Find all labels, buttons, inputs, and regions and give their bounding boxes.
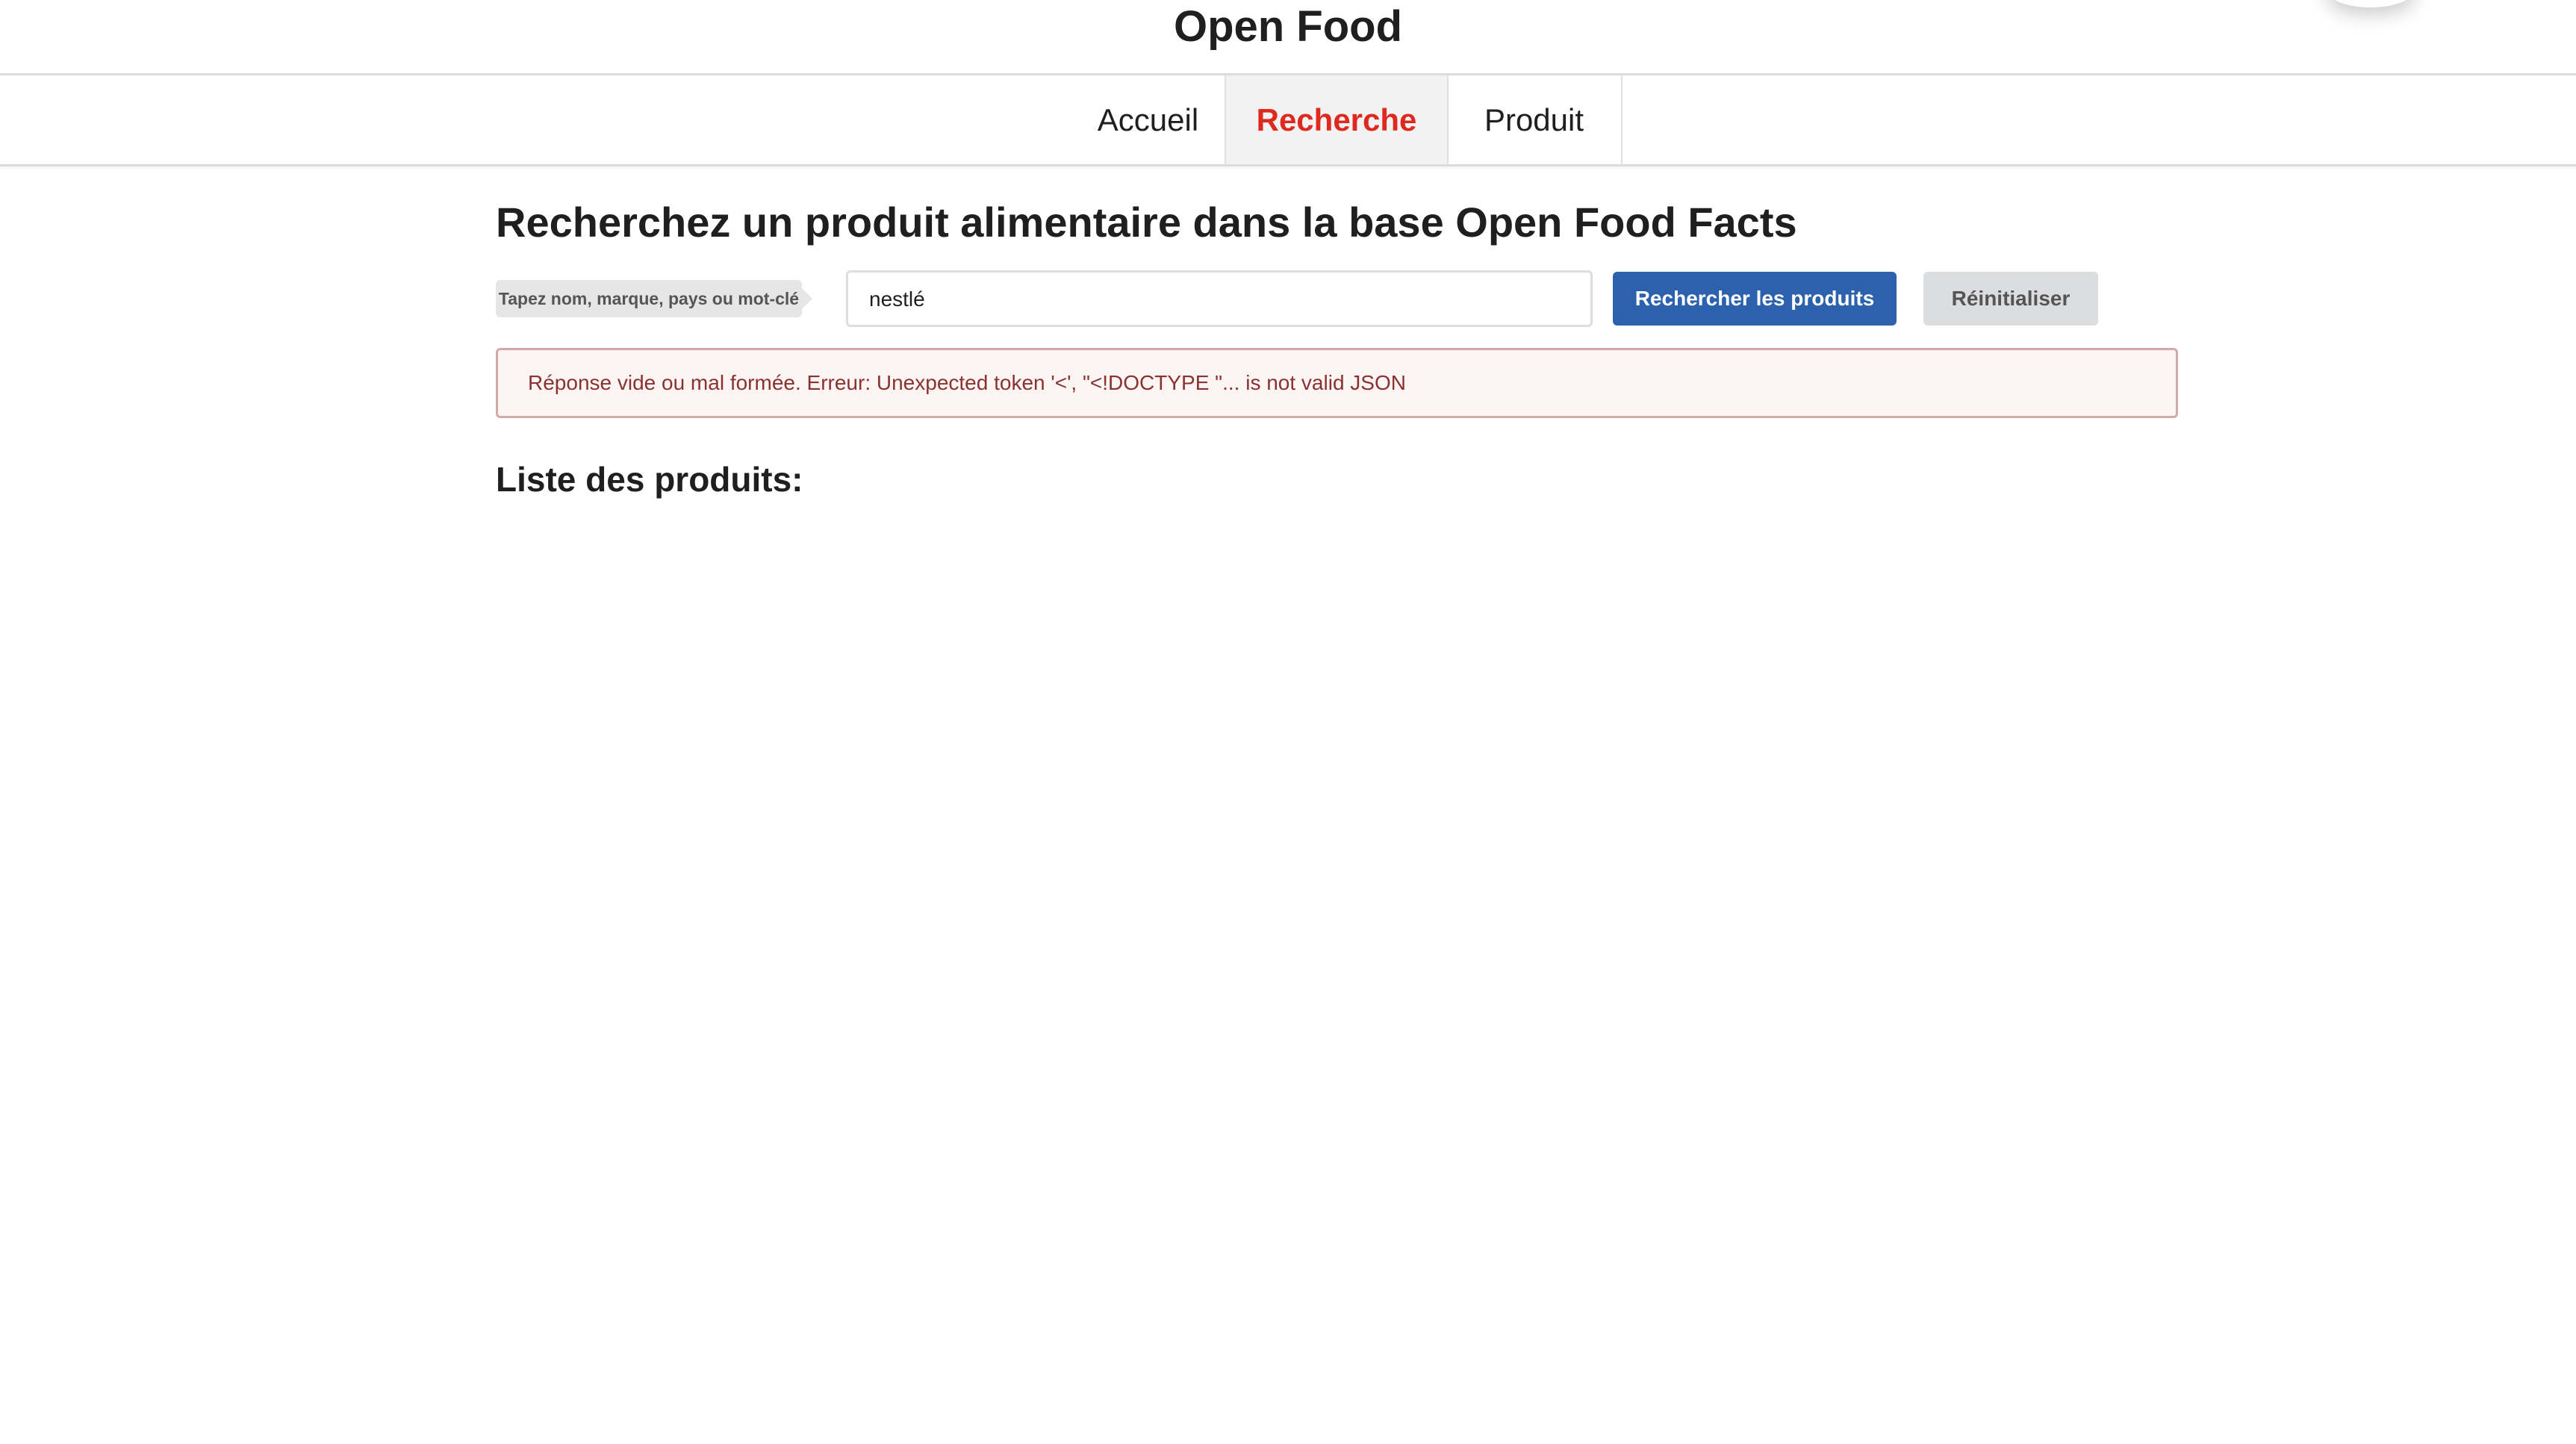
tab-accueil[interactable]: Accueil <box>1071 75 1226 164</box>
tab-produit[interactable]: Produit <box>1447 75 1623 164</box>
product-list-heading: Liste des produits: <box>496 460 803 499</box>
page-title: Recherchez un produit alimentaire dans l… <box>496 199 1797 246</box>
search-label: Tapez nom, marque, pays ou mot-clé <box>496 280 812 317</box>
search-input[interactable]: nestlé <box>846 270 1593 327</box>
app-title: Open Food <box>1173 2 1403 51</box>
main-nav: Accueil Recherche Produit <box>0 75 2576 167</box>
tab-recherche[interactable]: Recherche <box>1225 75 1449 164</box>
app-header: Open Food <box>0 0 2576 75</box>
error-alert: Réponse vide ou mal formée. Erreur: Unex… <box>496 348 2178 418</box>
search-button[interactable]: Rechercher les produits <box>1613 272 1897 326</box>
reset-button[interactable]: Réinitialiser <box>1923 272 2098 326</box>
